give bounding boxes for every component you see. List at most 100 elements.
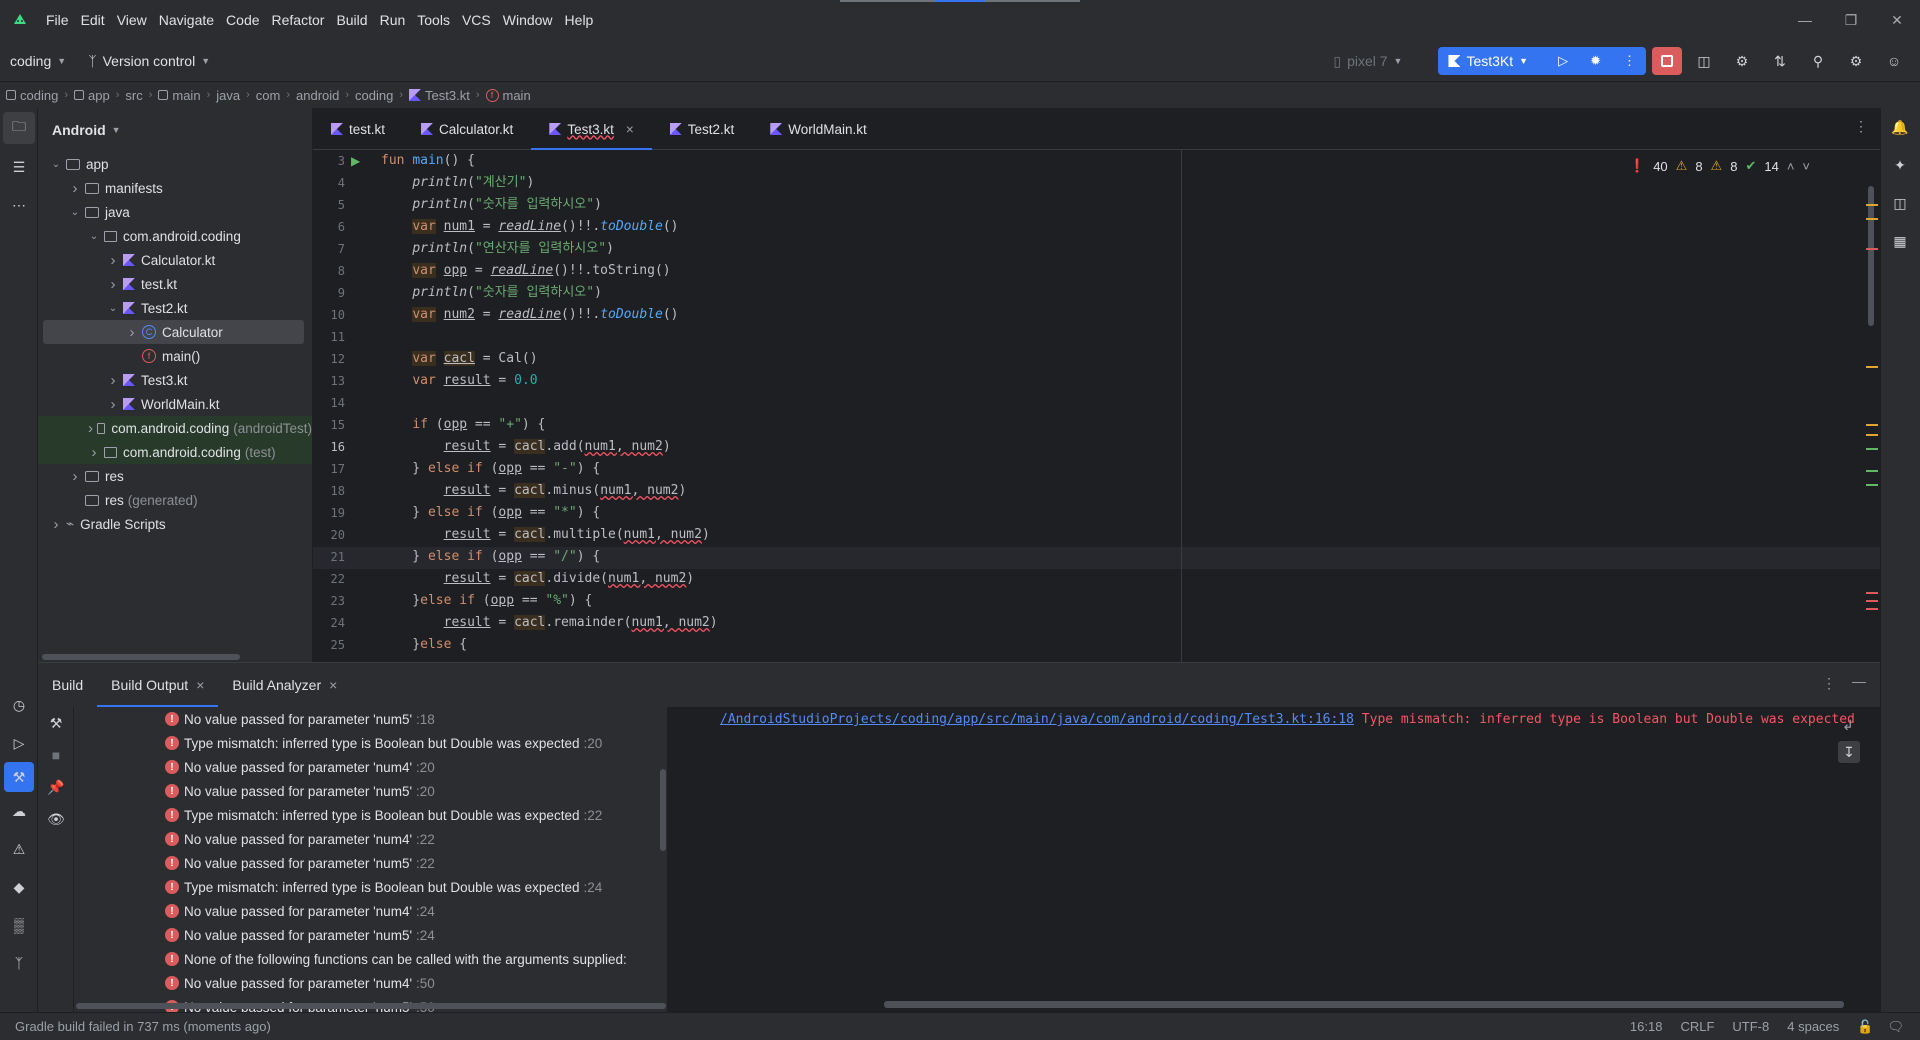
menu-item-build[interactable]: Build [330, 12, 373, 28]
chevron-right-icon[interactable]: › [48, 516, 64, 533]
running-devices-icon[interactable]: ▦ [1881, 222, 1919, 260]
tree-item[interactable]: › C Calculator [43, 320, 304, 344]
chevron-right-icon[interactable]: › [86, 444, 102, 461]
build-message-row[interactable]: ! No value passed for parameter 'num5':20 [38, 779, 667, 803]
tree-item[interactable]: res (generated) [38, 488, 312, 512]
chevron-down-icon[interactable]: ⌄ [105, 303, 121, 314]
code-area[interactable]: fun main() { println("계산기") println("숫자를… [381, 150, 1781, 662]
breadcrumb-item[interactable]: f main [485, 88, 531, 103]
tree-item[interactable]: › Test3.kt [38, 368, 312, 392]
tree-item[interactable]: ⌄ Test2.kt [38, 296, 312, 320]
editor-tab[interactable]: Calculator.kt [403, 108, 531, 150]
device-selector[interactable]: ▯ pixel 7 ▼ [1333, 53, 1402, 70]
chevron-down-icon[interactable]: ˅ [1802, 159, 1810, 174]
menu-item-help[interactable]: Help [559, 12, 600, 28]
menu-item-edit[interactable]: Edit [75, 12, 111, 28]
error-file-link[interactable]: /AndroidStudioProjects/coding/app/src/ma… [720, 712, 1354, 727]
project-selector[interactable]: coding ▼ [10, 53, 66, 69]
eye-icon[interactable]: 👁 [38, 803, 74, 835]
stop-button[interactable] [1652, 47, 1682, 75]
console-hscrollbar[interactable] [884, 1001, 1844, 1008]
editor-scrollbar[interactable] [1868, 186, 1874, 326]
account-icon[interactable]: ☺ [1878, 47, 1910, 75]
build-message-row[interactable]: ! No value passed for parameter 'num4':22 [38, 827, 667, 851]
terminal-icon[interactable]: ▒ [0, 906, 38, 944]
menu-item-refactor[interactable]: Refactor [266, 12, 331, 28]
breadcrumb-item[interactable]: app [73, 88, 110, 103]
settings-gear-icon[interactable]: ⚙ [1840, 47, 1872, 75]
build-message-row[interactable]: ! No value passed for parameter 'num5':18 [38, 707, 667, 731]
chevron-right-icon[interactable]: › [124, 324, 140, 341]
chevron-up-icon[interactable]: ˄ [1787, 159, 1795, 174]
close-icon[interactable]: × [329, 677, 337, 693]
menu-item-window[interactable]: Window [497, 12, 559, 28]
run-tool-icon[interactable]: ▷ [0, 724, 38, 762]
chevron-right-icon[interactable]: › [105, 252, 121, 269]
version-control-selector[interactable]: ᛉ Version control ▼ [88, 53, 210, 69]
breadcrumb-item[interactable]: Test3.kt [409, 88, 470, 103]
run-configuration-selector[interactable]: Test3Kt ▼ ▷ ✹ ⋮ [1438, 47, 1646, 75]
stop-icon[interactable]: ■ [38, 739, 74, 771]
tree-item[interactable]: › com.android.coding (test) [38, 440, 312, 464]
project-folder-icon[interactable]: 🗀 [3, 112, 35, 144]
inspection-widget[interactable]: ❗ 40 ⚠ 8 ⚠ 8 ✔ 14 ˄ ˅ [1629, 158, 1810, 174]
options-more-icon[interactable]: ⋮ [1822, 675, 1836, 692]
menu-item-file[interactable]: File [40, 12, 75, 28]
close-icon[interactable]: × [626, 122, 634, 137]
scroll-to-end-icon[interactable]: ↧ [1838, 741, 1860, 763]
run-gutter-icon[interactable]: ▶ [351, 154, 360, 168]
tree-item[interactable]: f main() [38, 344, 312, 368]
tabs-more-icon[interactable]: ⋮ [1854, 118, 1868, 135]
chevron-right-icon[interactable]: › [105, 276, 121, 293]
gemini-icon[interactable]: ✦ [1881, 146, 1919, 184]
chat-icon[interactable]: 🗨 [1887, 1019, 1904, 1035]
tree-item[interactable]: › manifests [38, 176, 312, 200]
menu-item-tools[interactable]: Tools [411, 12, 456, 28]
hide-panel-icon[interactable]: — [1852, 673, 1866, 689]
breadcrumb-item[interactable]: android [296, 88, 339, 103]
pin-icon[interactable]: 📌 [38, 771, 74, 803]
project-view-selector[interactable]: Android ▼ [38, 108, 312, 152]
build-message-row[interactable]: ! Type mismatch: inferred type is Boolean… [38, 731, 667, 755]
file-encoding[interactable]: UTF-8 [1732, 1019, 1769, 1034]
build-message-row[interactable]: ! No value passed for parameter 'num5':24 [38, 923, 667, 947]
chevron-right-icon[interactable]: › [105, 372, 121, 389]
build-message-row[interactable]: ! No value passed for parameter 'num5':22 [38, 851, 667, 875]
chevron-down-icon[interactable]: ⌄ [86, 231, 102, 242]
build-message-row[interactable]: ! No value passed for parameter 'num4':50 [38, 971, 667, 995]
chevron-right-icon[interactable]: › [105, 396, 121, 413]
run-icon[interactable]: ▷ [1558, 53, 1568, 69]
tree-item[interactable]: ⌄ java [38, 200, 312, 224]
menu-item-vcs[interactable]: VCS [456, 12, 497, 28]
tree-item[interactable]: › res [38, 464, 312, 488]
problems-icon[interactable]: ⚠ [0, 830, 38, 868]
breadcrumb-item[interactable]: src [125, 88, 142, 103]
chevron-right-icon[interactable]: › [67, 180, 83, 197]
tab-build[interactable]: Build [38, 663, 97, 707]
restore-icon[interactable]: ❐ [1828, 0, 1874, 40]
editor-tab[interactable]: Test2.kt [652, 108, 753, 150]
device-manager-icon[interactable]: ◫ [1688, 47, 1720, 75]
tab-build-output[interactable]: Build Output × [97, 663, 219, 707]
profiler-icon[interactable]: ◷ [0, 686, 38, 724]
search-icon[interactable]: ⚲ [1802, 47, 1834, 75]
more-tools-icon[interactable]: ⋯ [0, 186, 38, 224]
sync-gradle-icon[interactable]: ⇅ [1764, 47, 1796, 75]
build-message-row[interactable]: ! No value passed for parameter 'num4':20 [38, 755, 667, 779]
tree-item[interactable]: › test.kt [38, 272, 312, 296]
breadcrumb-item[interactable]: com [256, 88, 281, 103]
git-icon[interactable]: ᛉ [0, 944, 38, 982]
breadcrumb-item[interactable]: coding [6, 88, 58, 103]
menu-item-navigate[interactable]: Navigate [153, 12, 220, 28]
debug-icon[interactable]: ✹ [1590, 53, 1601, 69]
build-list-hscrollbar[interactable] [76, 1003, 666, 1009]
editor-tab[interactable]: WorldMain.kt [752, 108, 885, 150]
menu-item-run[interactable]: Run [374, 12, 412, 28]
close-icon[interactable]: ✕ [1874, 0, 1920, 40]
status-message[interactable]: Gradle build failed in 737 ms (moments a… [15, 1019, 271, 1034]
build-message-row[interactable]: ! Type mismatch: inferred type is Boolean… [38, 875, 667, 899]
chevron-right-icon[interactable]: › [67, 468, 83, 485]
build-message-row[interactable]: ! None of the following functions can be … [38, 947, 667, 971]
chevron-right-icon[interactable]: › [86, 420, 95, 437]
tree-item[interactable]: ⌄ app [38, 152, 312, 176]
